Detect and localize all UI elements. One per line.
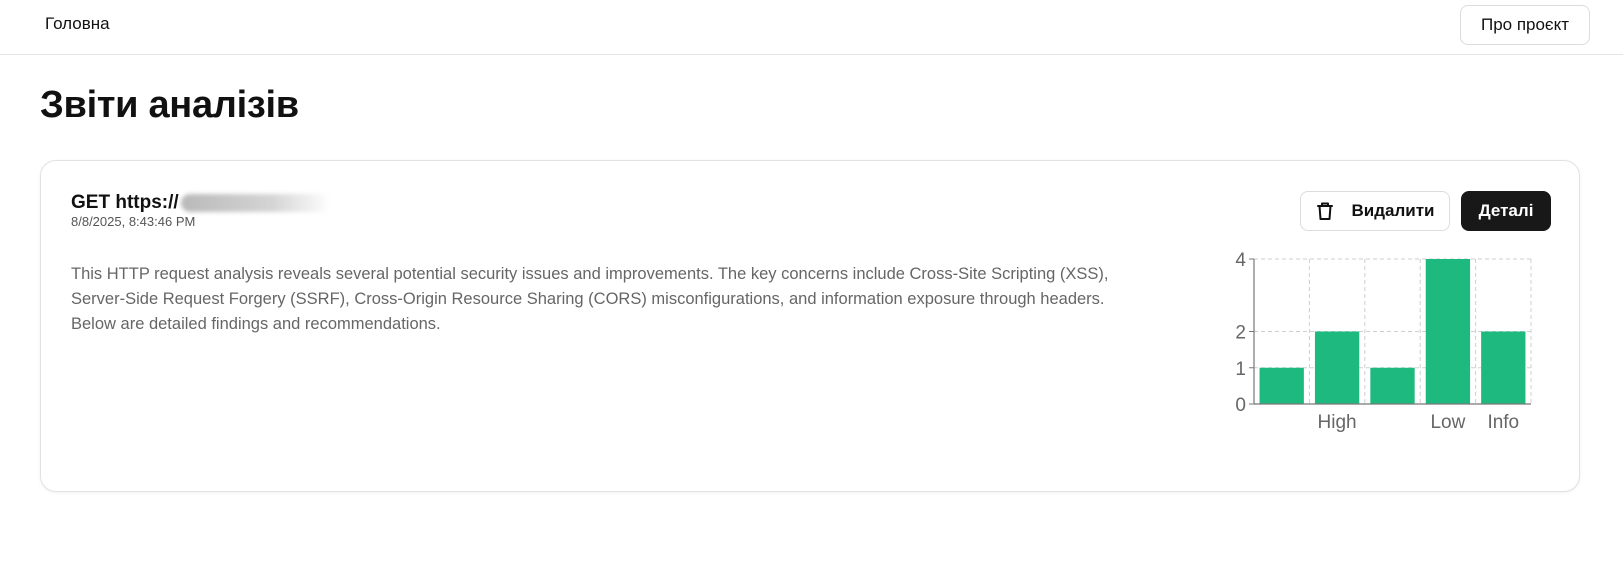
y-tick-label: 4 <box>1235 251 1246 271</box>
x-tick-label: High <box>1318 412 1357 433</box>
redacted-url-blur <box>180 194 331 212</box>
chart-bar <box>1481 331 1526 404</box>
about-project-button[interactable]: Про проєкт <box>1460 5 1590 45</box>
x-tick-label: Low <box>1430 412 1465 433</box>
trash-icon <box>1316 201 1334 221</box>
chart-bar <box>1259 367 1304 404</box>
request-title: GET https:// <box>71 192 331 214</box>
report-summary: This HTTP request analysis reveals sever… <box>71 265 1109 333</box>
report-card: GET https:// 8/8/2025, 8:43:46 PM This H… <box>40 160 1580 492</box>
severity-bar-chart: 0 1 2 4 High Low Info <box>1235 251 1532 433</box>
y-tick-label: 2 <box>1235 323 1246 344</box>
y-tick-label: 1 <box>1235 359 1246 380</box>
request-method: GET <box>71 192 111 213</box>
chart-bar <box>1425 259 1471 404</box>
y-tick-label: 0 <box>1235 395 1246 416</box>
top-nav-bar: Головна Про проєкт <box>0 0 1623 55</box>
chart-bar <box>1370 367 1415 404</box>
chart-bar <box>1314 331 1360 404</box>
x-tick-label: Info <box>1487 412 1519 433</box>
page-title: Звіти аналізів <box>40 84 299 126</box>
request-url: https:// <box>115 192 179 213</box>
nav-home-link[interactable]: Головна <box>45 14 110 34</box>
delete-button[interactable]: Видалити <box>1300 191 1450 231</box>
request-date: 8/8/2025, 8:43:46 PM <box>71 214 196 229</box>
details-button[interactable]: Деталі <box>1461 191 1551 231</box>
delete-button-label: Видалити <box>1351 201 1435 220</box>
